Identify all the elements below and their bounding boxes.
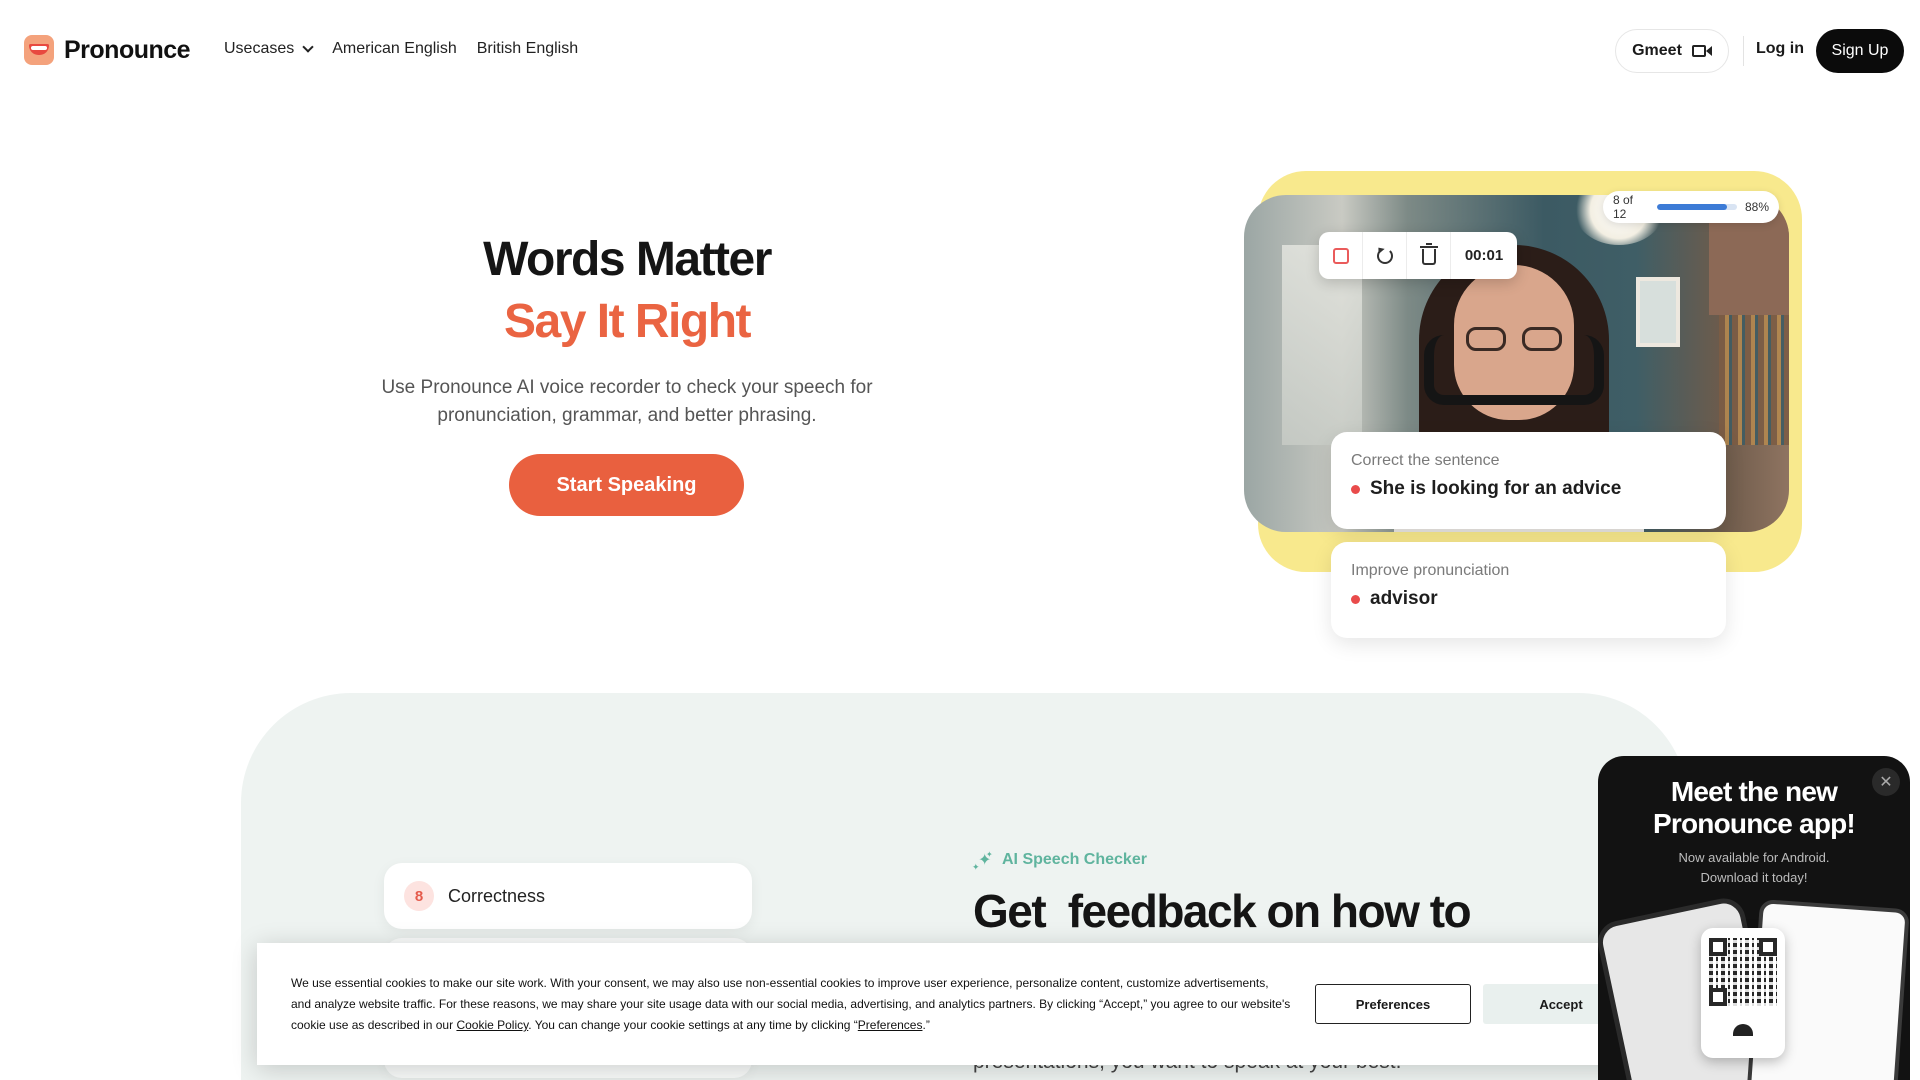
start-speaking-button[interactable]: Start Speaking bbox=[509, 454, 744, 516]
cookie-text: We use essential cookies to make our sit… bbox=[291, 976, 1291, 1032]
metric-score: 8 bbox=[404, 881, 434, 911]
nav-usecases-label: Usecases bbox=[224, 40, 295, 57]
signup-button[interactable]: Sign Up bbox=[1816, 29, 1904, 73]
restart-button[interactable] bbox=[1363, 232, 1407, 279]
qr-code-card[interactable] bbox=[1701, 928, 1785, 1058]
gmeet-label: Gmeet bbox=[1632, 42, 1682, 59]
feedback-label: Improve pronunciation bbox=[1351, 562, 1510, 579]
cookie-policy-link[interactable]: Cookie Policy bbox=[456, 1018, 528, 1032]
qr-code-image bbox=[1709, 938, 1777, 1006]
nav-usecases[interactable]: Usecases bbox=[224, 40, 314, 58]
red-dot-icon bbox=[1351, 484, 1360, 494]
feedback-value-text: advisor bbox=[1370, 588, 1438, 609]
cookie-preferences-button[interactable]: Preferences bbox=[1315, 984, 1471, 1024]
login-link[interactable]: Log in bbox=[1756, 40, 1804, 58]
section-heading: Get feedback on how to bbox=[973, 885, 1472, 937]
feedback-value-text: She is looking for an advice bbox=[1370, 478, 1622, 499]
page: Pronounce Usecases American English Brit… bbox=[0, 0, 1920, 1080]
feedback-card-pronunciation: Improve pronunciation advisor bbox=[1331, 542, 1726, 638]
progress-percent: 88% bbox=[1744, 200, 1769, 214]
sparkle-icon: ✦ ✦ ✦ bbox=[972, 850, 993, 872]
nav-divider bbox=[1743, 36, 1744, 66]
metric-label: Correctness bbox=[448, 885, 546, 906]
cookie-banner: We use essential cookies to make our sit… bbox=[257, 943, 1673, 1065]
stop-button[interactable] bbox=[1319, 232, 1363, 279]
chevron-down-icon bbox=[302, 41, 314, 53]
feedback-value: advisor bbox=[1351, 588, 1706, 610]
ai-tag-label: AI Speech Checker bbox=[1002, 851, 1147, 868]
recorder-toolbar: 00:01 bbox=[1319, 232, 1517, 279]
brand-logo[interactable]: Pronounce bbox=[24, 35, 191, 65]
feedback-card-sentence: Correct the sentence She is looking for … bbox=[1331, 432, 1726, 529]
restart-icon bbox=[1376, 247, 1393, 264]
feedback-label: Correct the sentence bbox=[1351, 452, 1500, 469]
promo-subtitle: Now available for Android. Download it t… bbox=[1678, 850, 1830, 885]
android-icon bbox=[1733, 1024, 1753, 1036]
hero-title: Words Matter bbox=[483, 233, 772, 286]
brand-name: Pronounce bbox=[64, 35, 191, 64]
hero-subtitle: Say It Right bbox=[503, 295, 752, 348]
video-camera-icon bbox=[1691, 44, 1712, 58]
feedback-value: She is looking for an advice bbox=[1351, 478, 1706, 500]
stop-icon bbox=[1332, 247, 1349, 264]
metric-card-correctness: 8 Correctness bbox=[384, 863, 752, 929]
nav-british-english[interactable]: British English bbox=[477, 40, 578, 58]
ai-speech-checker-tag: ✦ ✦ ✦ AI Speech Checker bbox=[972, 850, 1147, 872]
preferences-link[interactable]: Preferences bbox=[858, 1018, 923, 1032]
delete-button[interactable] bbox=[1407, 232, 1451, 279]
progress-track bbox=[1657, 204, 1737, 210]
top-nav: Pronounce Usecases American English Brit… bbox=[0, 0, 1920, 100]
trash-icon bbox=[1419, 243, 1438, 265]
progress-fill bbox=[1657, 204, 1728, 210]
hero-description: Use Pronounce AI voice recorder to check… bbox=[381, 377, 873, 426]
app-promo-popup: ✕ Meet the new Pronounce app! Now availa… bbox=[1598, 756, 1910, 1080]
progress-count: 8 of 12 bbox=[1613, 193, 1634, 221]
nav-american-english[interactable]: American English bbox=[332, 40, 457, 58]
promo-title: Meet the new Pronounce app! bbox=[1653, 776, 1856, 839]
lips-logo-icon bbox=[24, 35, 54, 65]
progress-indicator: 8 of 12 88% bbox=[1603, 191, 1779, 223]
red-dot-icon bbox=[1351, 594, 1360, 604]
nav-links: Usecases American English British Englis… bbox=[224, 40, 578, 58]
recording-timer: 00:01 bbox=[1464, 247, 1504, 264]
gmeet-button[interactable]: Gmeet bbox=[1615, 29, 1729, 73]
